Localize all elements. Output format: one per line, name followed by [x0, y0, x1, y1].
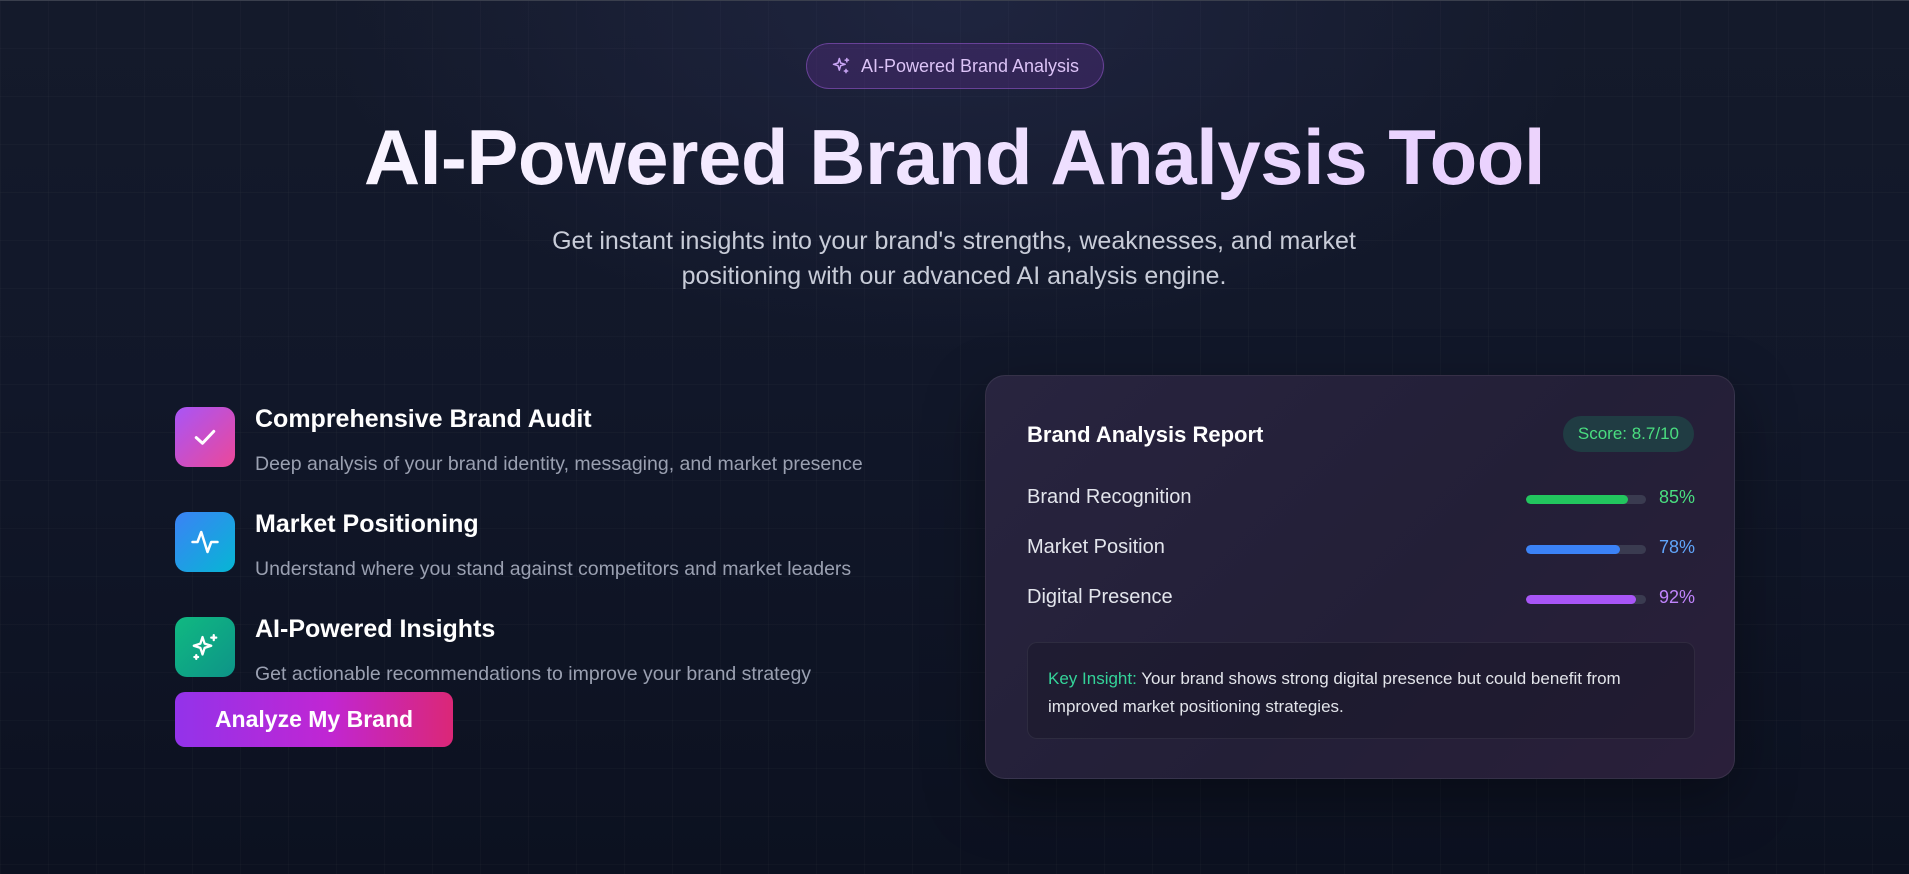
progress-track — [1526, 595, 1646, 604]
score-badge: Score: 8.7/10 — [1562, 416, 1694, 452]
progress-track — [1526, 545, 1646, 554]
metric-percent: 85% — [1658, 487, 1695, 507]
brand-analysis-report-card: Brand Analysis Report Score: 8.7/10 Bran… — [985, 375, 1735, 779]
metric-label: Market Position — [1027, 536, 1165, 558]
key-insight-box: Key Insight: Your brand shows strong dig… — [1027, 642, 1695, 739]
feature-icon-tile — [175, 407, 235, 467]
hero-badge: AI-Powered Brand Analysis — [806, 43, 1104, 89]
hero-badge-label: AI-Powered Brand Analysis — [860, 55, 1080, 76]
report-title: Brand Analysis Report — [1027, 422, 1264, 447]
metric-brand-recognition: Brand Recognition 85% — [1027, 483, 1695, 513]
feature-description: Deep analysis of your brand identity, me… — [255, 453, 863, 475]
progress-fill — [1526, 495, 1628, 504]
page-title: AI-Powered Brand Analysis Tool — [0, 112, 1909, 203]
metric-digital-presence: Digital Presence 92% — [1027, 583, 1695, 613]
key-insight-label: Key Insight: — [1048, 669, 1137, 688]
feature-brand-audit: Comprehensive Brand Audit Deep analysis … — [175, 405, 955, 495]
feature-icon-tile — [175, 617, 235, 677]
progress-fill — [1526, 545, 1620, 554]
metric-label: Digital Presence — [1027, 586, 1173, 608]
top-border — [0, 0, 1909, 1]
feature-title: Comprehensive Brand Audit — [255, 405, 592, 433]
feature-title: AI-Powered Insights — [255, 615, 496, 643]
check-icon — [194, 429, 216, 445]
feature-market-positioning: Market Positioning Understand where you … — [175, 510, 955, 600]
sparkles-icon — [832, 57, 850, 74]
sparkles-icon — [192, 634, 218, 660]
progress-fill — [1526, 595, 1637, 604]
activity-icon — [191, 530, 219, 554]
feature-title: Market Positioning — [255, 510, 479, 538]
metric-market-position: Market Position 78% — [1027, 533, 1695, 563]
page-subtitle: Get instant insights into your brand's s… — [552, 227, 1356, 290]
metric-percent: 92% — [1658, 587, 1695, 607]
metric-label: Brand Recognition — [1027, 486, 1192, 508]
progress-track — [1526, 495, 1646, 504]
analyze-brand-button[interactable]: Analyze My Brand — [175, 692, 453, 747]
feature-description: Understand where you stand against compe… — [255, 558, 852, 580]
feature-description: Get actionable recommendations to improv… — [255, 663, 812, 685]
feature-icon-tile — [175, 512, 235, 572]
metric-percent: 78% — [1658, 537, 1695, 557]
